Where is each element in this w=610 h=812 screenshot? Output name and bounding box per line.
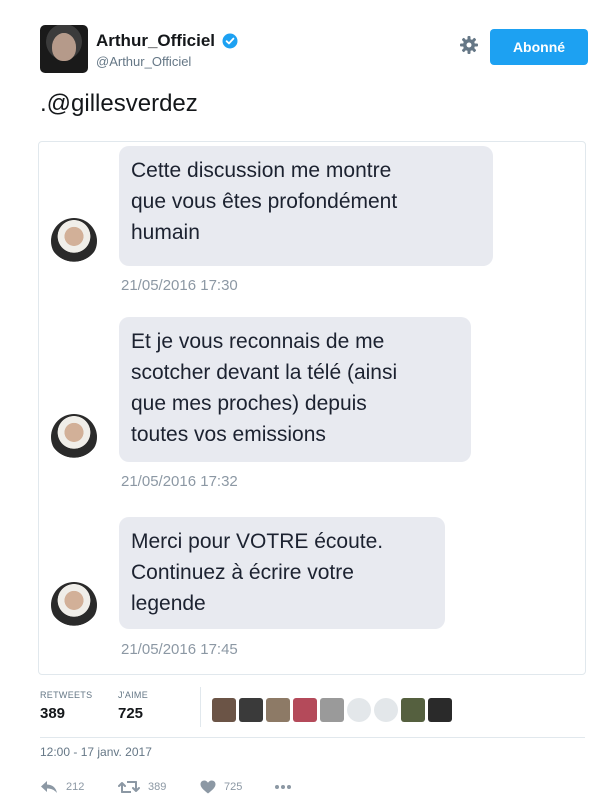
retweets-count: 389 xyxy=(40,705,66,722)
tweet-header: Arthur_Officiel @Arthur_Officiel Abonné xyxy=(40,25,588,75)
follow-button[interactable]: Abonné xyxy=(490,29,588,65)
message-bubble: Cette discussion me montre que vous êtes… xyxy=(119,146,493,266)
retweet-count: 389 xyxy=(148,781,167,793)
retweet-icon xyxy=(118,781,140,793)
media-card[interactable]: Cette discussion me montre que vous êtes… xyxy=(38,141,586,675)
stats-divider xyxy=(200,687,201,727)
retweet-action[interactable]: 389 xyxy=(118,780,166,794)
tweet-timestamp[interactable]: 12:00 - 17 janv. 2017 xyxy=(40,745,152,759)
likes-label: J'AIME xyxy=(118,690,149,700)
heart-icon xyxy=(200,780,216,794)
liker-avatar[interactable] xyxy=(212,698,236,722)
message-timestamp: 21/05/2016 17:45 xyxy=(121,641,238,658)
divider xyxy=(40,737,585,738)
reply-count: 212 xyxy=(66,781,85,793)
liker-avatar[interactable] xyxy=(374,698,398,722)
reply-action[interactable]: 212 xyxy=(40,780,84,794)
author-name-block: Arthur_Officiel @Arthur_Officiel xyxy=(96,31,238,69)
tweet-text[interactable]: .@gillesverdez xyxy=(40,90,198,118)
liker-avatar[interactable] xyxy=(401,698,425,722)
liker-avatar[interactable] xyxy=(428,698,452,722)
more-icon xyxy=(275,785,291,789)
likes-stat[interactable]: J'AIME 725 xyxy=(118,690,148,722)
message-timestamp: 21/05/2016 17:32 xyxy=(121,473,238,490)
liker-avatars xyxy=(212,698,452,722)
liker-avatar[interactable] xyxy=(347,698,371,722)
like-action[interactable]: 725 xyxy=(200,780,242,794)
message-avatar xyxy=(51,414,97,460)
liker-avatar[interactable] xyxy=(320,698,344,722)
gear-icon[interactable] xyxy=(459,35,479,55)
message-avatar xyxy=(51,582,97,628)
more-action[interactable] xyxy=(274,784,292,790)
message-timestamp: 21/05/2016 17:30 xyxy=(121,277,238,294)
author-display-name[interactable]: Arthur_Officiel xyxy=(96,31,215,51)
retweets-stat[interactable]: RETWEETS 389 xyxy=(40,690,92,722)
liker-avatar[interactable] xyxy=(293,698,317,722)
reply-icon xyxy=(41,781,57,793)
message-bubble: Merci pour VOTRE écoute. Continuez à écr… xyxy=(119,517,445,629)
verified-badge-icon xyxy=(222,33,238,49)
message-bubble: Et je vous reconnais de me scotcher deva… xyxy=(119,317,471,462)
author-avatar[interactable] xyxy=(40,25,88,73)
likes-count: 725 xyxy=(118,705,144,722)
tweet-stats: RETWEETS 389 J'AIME 725 xyxy=(40,687,585,730)
liker-avatar[interactable] xyxy=(239,698,263,722)
author-handle[interactable]: @Arthur_Officiel xyxy=(96,54,238,69)
message-avatar xyxy=(51,218,97,264)
retweets-label: RETWEETS xyxy=(40,690,93,700)
like-count: 725 xyxy=(224,781,243,793)
liker-avatar[interactable] xyxy=(266,698,290,722)
